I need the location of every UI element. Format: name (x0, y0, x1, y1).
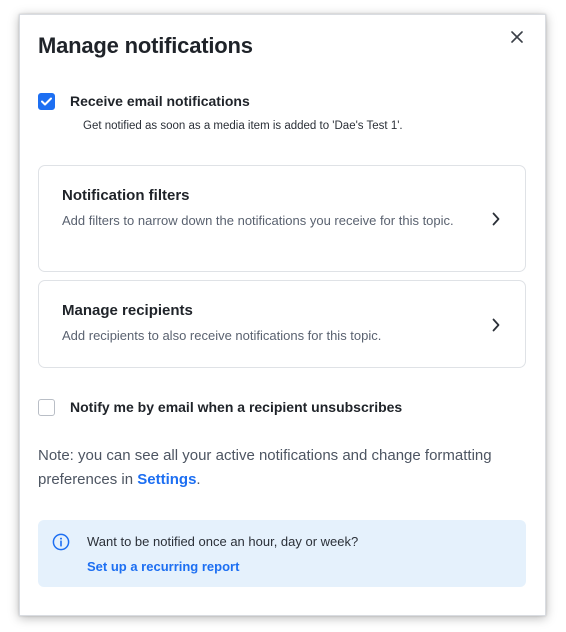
banner-message: Want to be notified once an hour, day or… (87, 534, 359, 549)
checkmark-icon (41, 97, 52, 106)
settings-note: Note: you can see all your active notifi… (38, 444, 528, 492)
manage-recipients-title: Manage recipients (62, 302, 193, 319)
settings-link[interactable]: Settings (137, 471, 196, 488)
manage-notifications-dialog: Manage notifications Receive email notif… (19, 14, 546, 616)
recurring-report-link[interactable]: Set up a recurring report (87, 559, 239, 574)
notification-filters-card[interactable]: Notification filters Add filters to narr… (38, 165, 526, 272)
email-notifications-row[interactable]: Receive email notifications (38, 93, 250, 110)
email-notifications-checkbox[interactable] (38, 93, 55, 110)
chevron-right-icon (492, 212, 500, 226)
note-text: Note: you can see all your active notifi… (38, 447, 492, 488)
note-text-end: . (196, 471, 201, 488)
notification-filters-description: Add filters to narrow down the notificat… (62, 213, 454, 228)
unsubscribe-notify-checkbox[interactable] (38, 399, 55, 416)
recurring-report-banner: Want to be notified once an hour, day or… (38, 520, 526, 587)
manage-recipients-description: Add recipients to also receive notificat… (62, 328, 382, 343)
chevron-right-icon (492, 318, 500, 332)
dialog-title: Manage notifications (38, 33, 253, 58)
unsubscribe-notify-label: Notify me by email when a recipient unsu… (70, 399, 403, 415)
close-icon (511, 31, 523, 43)
notification-filters-title: Notification filters (62, 187, 190, 204)
unsubscribe-notify-row[interactable]: Notify me by email when a recipient unsu… (38, 399, 402, 416)
email-notifications-label: Receive email notifications (70, 93, 250, 109)
close-button[interactable] (507, 27, 527, 47)
info-icon (52, 533, 70, 551)
manage-recipients-card[interactable]: Manage recipients Add recipients to also… (38, 280, 526, 368)
email-notifications-description: Get notified as soon as a media item is … (83, 120, 403, 132)
